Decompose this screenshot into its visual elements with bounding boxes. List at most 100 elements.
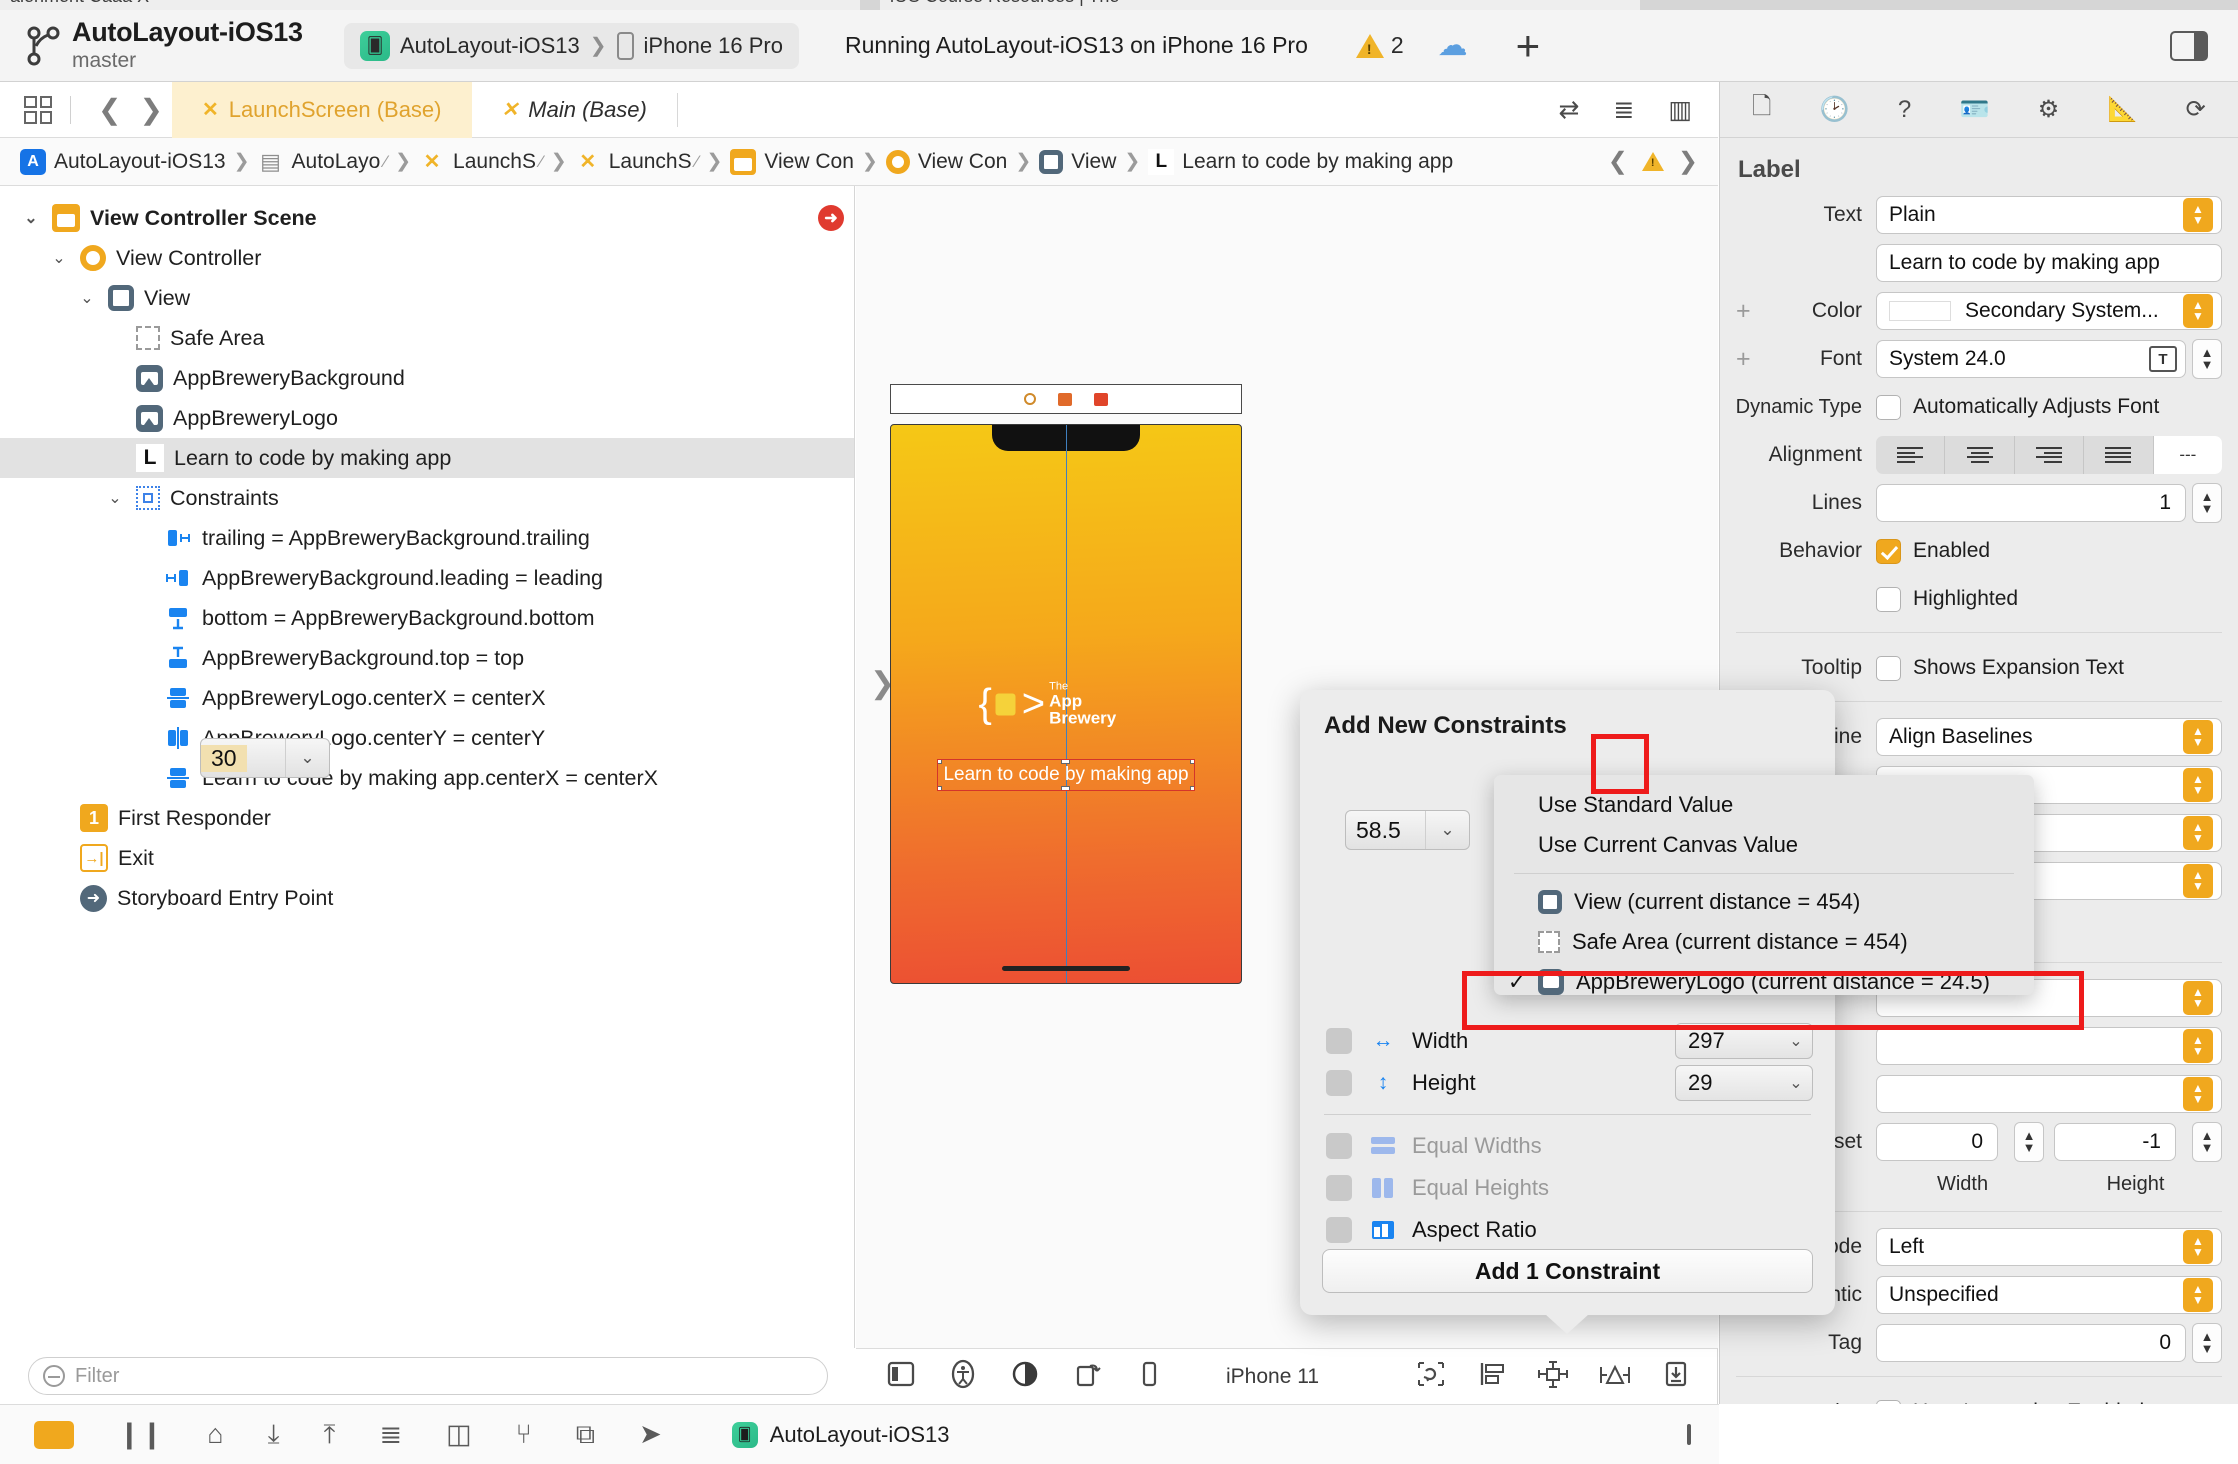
width-constraint-row[interactable]: ↔ Width 297 ⌄ (1300, 1020, 1835, 1062)
device-preview[interactable]: { > The App Brewery Learn to code by mak… (890, 384, 1242, 984)
chevron-updown-icon[interactable]: ▲ ▼ (2183, 864, 2213, 898)
history-inspector-icon[interactable]: 🕑 (1820, 95, 1850, 124)
align-justify-icon[interactable] (2084, 436, 2154, 474)
orientation-icon[interactable] (1072, 1359, 1102, 1394)
branch-icon[interactable]: ⑂ (516, 1419, 532, 1450)
file-inspector-icon[interactable]: 🗋 (1752, 89, 1771, 130)
outline-row[interactable]: Safe Area (0, 318, 854, 358)
align-right-icon[interactable] (2015, 436, 2085, 474)
upload-icon[interactable]: ⤒ (324, 1419, 336, 1451)
outline-row[interactable]: AppBreweryBackground.top = top (0, 638, 854, 678)
breadcrumb-item-label[interactable]: L Learn to code by making app (1148, 148, 1453, 175)
left-spacing-value[interactable]: 58.5 (1346, 817, 1411, 844)
chevron-updown-icon[interactable]: ▲ ▼ (2183, 198, 2213, 232)
chevron-updown-icon[interactable]: ▲ ▼ (2183, 816, 2213, 850)
outline-row[interactable]: L Learn to code by making app (0, 438, 854, 478)
issue-counter[interactable]: 2 (1355, 32, 1404, 59)
height-checkbox[interactable] (1326, 1070, 1352, 1096)
tag-stepper[interactable]: ▲ ▼ (2192, 1323, 2222, 1363)
user-interaction-checkbox[interactable] (1876, 1399, 1901, 1404)
appearance-icon[interactable] (1010, 1359, 1040, 1394)
font-picker-icon[interactable]: T (2149, 346, 2177, 372)
equal-widths-checkbox[interactable] (1326, 1133, 1352, 1159)
height-constraint-row[interactable]: ↕ Height 29 ⌄ (1300, 1062, 1835, 1104)
equal-heights-checkbox[interactable] (1326, 1175, 1352, 1201)
equal-widths-row[interactable]: Equal Widths (1300, 1125, 1835, 1167)
phone-screen[interactable]: { > The App Brewery Learn to code by mak… (890, 424, 1242, 984)
align-natural-option[interactable]: --- (2153, 436, 2222, 474)
tab-main[interactable]: ✕ Main (Base) (472, 82, 677, 138)
lines-stepper[interactable]: ▲ ▼ (2192, 483, 2222, 523)
text-content-input[interactable]: Learn to code by making app (1876, 244, 2222, 282)
outline-row[interactable]: AppBreweryBackground.leading = leading (0, 558, 854, 598)
chevron-down-icon[interactable]: ⌄ (1425, 811, 1469, 849)
nav-back-icon[interactable]: ❮ (89, 93, 130, 126)
project-branch-block[interactable]: AutoLayout-iOS13 master (0, 18, 330, 72)
align-center-icon[interactable] (1945, 436, 2015, 474)
outline-row[interactable]: 1 First Responder (0, 798, 854, 838)
tag-input[interactable]: 0 (1876, 1324, 2186, 1362)
breadcrumb-item-storyboard-base[interactable]: ✕ LaunchS ⁄ (575, 149, 698, 175)
app-brewery-logo[interactable]: { > The App Brewery (979, 681, 1154, 727)
chevron-updown-icon[interactable]: ▲ ▼ (2183, 768, 2213, 802)
outline-row[interactable]: ⌄ View Controller Scene ➜ (0, 198, 854, 238)
chevron-down-icon[interactable]: ⌄ (285, 739, 329, 777)
add-variation-icon[interactable]: + (1736, 299, 1751, 324)
chevron-updown-icon[interactable]: ▲ ▼ (2183, 1077, 2213, 1111)
aspect-ratio-row[interactable]: Aspect Ratio (1300, 1209, 1835, 1251)
breadcrumb-item-viewcontroller[interactable]: View Con (885, 149, 1007, 174)
text-style-select[interactable]: Plain ▲ ▼ (1876, 196, 2222, 234)
resize-handle[interactable] (1061, 786, 1070, 790)
offset-height-input[interactable]: -1 (2054, 1123, 2176, 1161)
assistant-editor-icon[interactable]: ▥ (1668, 95, 1692, 125)
select-row-4[interactable]: ▲ ▼ (1876, 1075, 2222, 1113)
device-icon[interactable] (1134, 1359, 1164, 1394)
outline-row[interactable]: ⌄ View Controller (0, 238, 854, 278)
outline-row[interactable]: Learn to code by making app.centerX = ce… (0, 758, 854, 798)
outline-row[interactable]: AppBreweryLogo.centerY = centerY (0, 718, 854, 758)
status-project[interactable]: 🂠 AutoLayout-iOS13 (731, 1421, 949, 1448)
size-inspector-icon[interactable]: 📐 (2108, 95, 2138, 124)
aspect-ratio-checkbox[interactable] (1326, 1217, 1352, 1243)
baseline-select[interactable]: Align Baselines ▲ ▼ (1876, 718, 2222, 756)
lines-input[interactable]: 1 (1876, 484, 2186, 522)
breadcrumb-item-storyboard[interactable]: ✕ LaunchS ⁄ (419, 149, 543, 175)
width-checkbox[interactable] (1326, 1028, 1352, 1054)
outline-row[interactable]: bottom = AppBreweryBackground.bottom (0, 598, 854, 638)
outline-row[interactable]: →| Exit (0, 838, 854, 878)
chevron-updown-icon[interactable]: ▲ ▼ (2183, 1230, 2213, 1264)
add-constraints-icon[interactable] (1537, 1359, 1569, 1394)
tab-launchscreen[interactable]: ✕ LaunchScreen (Base) (171, 81, 472, 138)
expansion-text-checkbox[interactable] (1876, 655, 1901, 681)
equal-heights-row[interactable]: Equal Heights (1300, 1167, 1835, 1209)
chevron-updown-icon[interactable]: ▲ ▼ (2183, 294, 2213, 328)
outline-row[interactable]: trailing = AppBreweryBackground.trailing (0, 518, 854, 558)
issue-next-icon[interactable]: ❯ (1678, 147, 1698, 176)
chevron-updown-icon[interactable]: ▲ ▼ (2183, 1029, 2213, 1063)
chevron-updown-icon[interactable]: ▲ ▼ (2183, 1278, 2213, 1312)
resolve-issues-icon[interactable] (1599, 1359, 1631, 1394)
stack-icon[interactable]: ⧉ (576, 1419, 595, 1451)
resize-handle[interactable] (938, 786, 942, 790)
outline-row[interactable]: AppBreweryLogo.centerX = centerX (0, 678, 854, 718)
add-variation-icon[interactable]: + (1736, 347, 1751, 372)
align-icon[interactable] (1477, 1359, 1507, 1394)
debug-area-toggle-icon[interactable] (1687, 1423, 1691, 1445)
accessibility-icon[interactable] (948, 1359, 978, 1394)
menu-item-appbrewerylogo[interactable]: ✓ AppBreweryLogo (current distance = 24.… (1494, 962, 2034, 1002)
connections-inspector-icon[interactable]: ⟳ (2186, 95, 2206, 124)
disclosure-triangle-icon[interactable]: ⌄ (48, 248, 70, 268)
home-icon[interactable]: ⌂ (207, 1419, 223, 1450)
font-field[interactable]: System 24.0 T (1876, 340, 2186, 378)
outline-row[interactable]: ➜ Storyboard Entry Point (0, 878, 854, 918)
layers-icon[interactable]: ◫ (446, 1419, 472, 1450)
auto-adjust-font-checkbox[interactable] (1876, 394, 1901, 420)
semantic-select[interactable]: Unspecified ▲ ▼ (1876, 1276, 2222, 1314)
inspector-toggle-icon[interactable] (2170, 30, 2208, 61)
mode-select[interactable]: Left ▲ ▼ (1876, 1228, 2222, 1266)
destination-label[interactable]: iPhone 16 Pro (644, 33, 783, 59)
help-inspector-icon[interactable]: ? (1898, 96, 1911, 124)
menu-item-safe-area[interactable]: Safe Area (current distance = 454) (1494, 922, 2034, 962)
breadcrumb-item-view[interactable]: View (1039, 149, 1116, 174)
breadcrumb-item-scene[interactable]: View Con (730, 148, 854, 175)
